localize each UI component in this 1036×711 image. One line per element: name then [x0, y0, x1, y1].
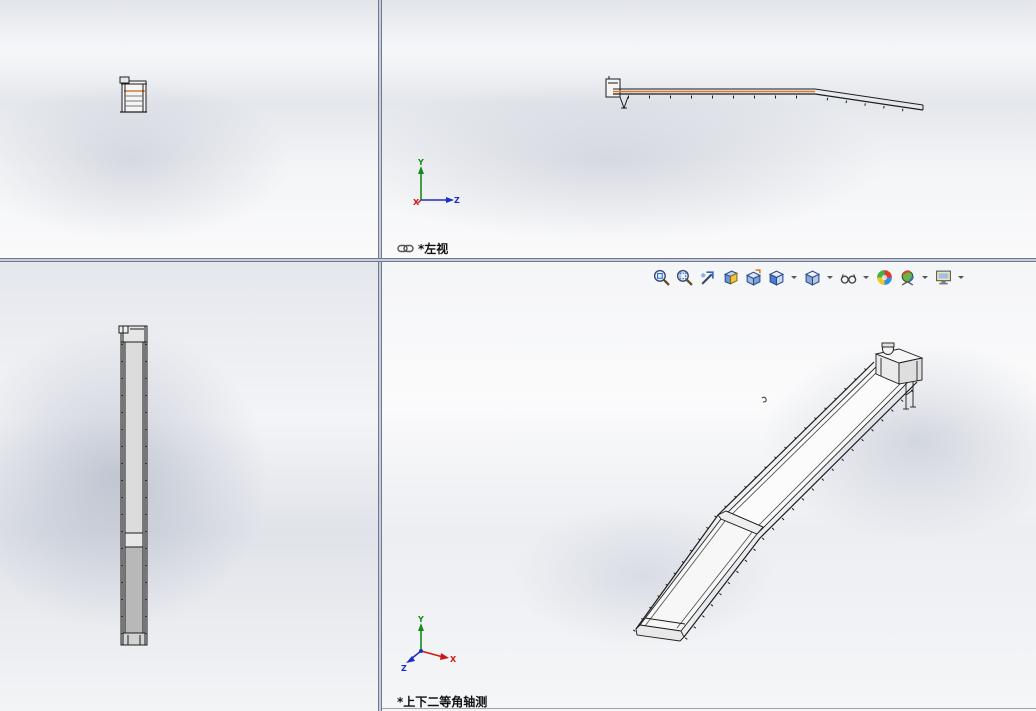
view-name-text: *左视 [418, 242, 449, 256]
reference-triad[interactable]: Y Z X [413, 158, 460, 207]
reference-triad[interactable]: Y X Z [401, 615, 457, 673]
cursor-marker [761, 396, 767, 403]
viewport-vertical-divider[interactable] [378, 0, 382, 711]
viewport-horizontal-divider[interactable] [0, 258, 1036, 262]
viewport-top-right[interactable]: Y Z X *左视 [382, 0, 1036, 258]
left-view-model[interactable] [605, 76, 924, 114]
top-view-model[interactable] [118, 325, 148, 646]
triad-y-label: Y [417, 615, 424, 624]
triad-y-label: Y [417, 158, 424, 167]
isometric-view-model[interactable] [632, 342, 924, 642]
link-views-icon [397, 244, 414, 253]
view-name-label: *左视 [397, 240, 448, 257]
viewport-bottom-border [382, 708, 1036, 709]
viewport-bottom-right[interactable]: Y X Z *上下二等角轴测 [382, 262, 1036, 711]
triad-z-label: Z [454, 196, 460, 205]
triad-z-label: Z [401, 664, 407, 673]
front-view-model[interactable] [119, 76, 147, 113]
viewport-bottom-left[interactable] [0, 262, 378, 711]
triad-x-label: X [450, 655, 457, 664]
triad-x-label: X [413, 198, 420, 207]
viewport-top-left[interactable] [0, 0, 378, 258]
